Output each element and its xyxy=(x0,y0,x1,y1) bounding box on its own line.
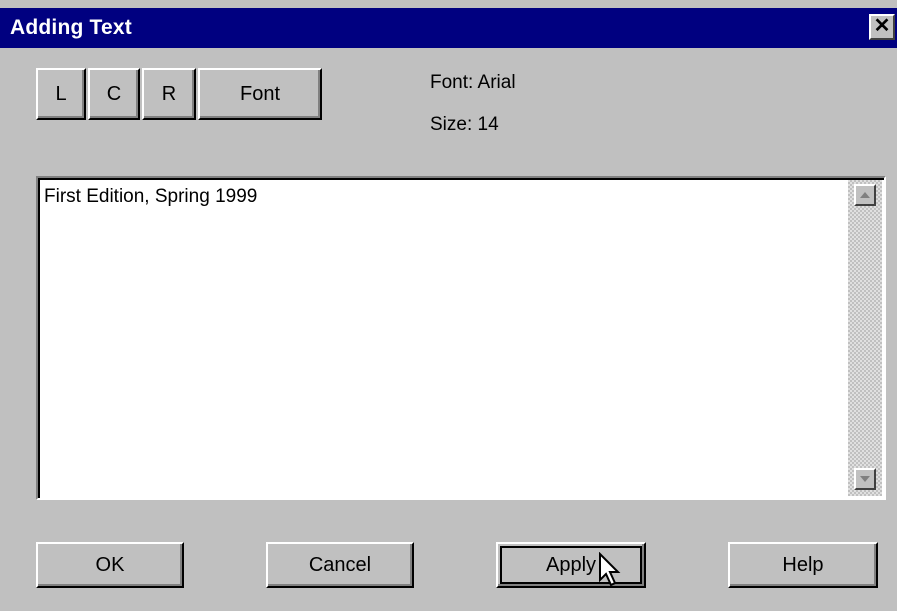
text-editor[interactable]: First Edition, Spring 1999 xyxy=(36,176,886,500)
mouse-pointer-icon xyxy=(599,552,621,587)
cancel-button-label: Cancel xyxy=(308,553,372,576)
help-button[interactable]: Help xyxy=(728,542,878,588)
title-bar[interactable]: Adding Text ✕ xyxy=(0,8,897,48)
adding-text-dialog: Adding Text ✕ L C R Font Font: Arial Siz… xyxy=(0,0,897,611)
align-right-label: R xyxy=(161,82,177,105)
font-size-info: Size: 14 xyxy=(430,114,499,135)
font-button[interactable]: Font xyxy=(198,68,322,120)
scroll-down-arrow-icon xyxy=(860,476,870,482)
cancel-button[interactable]: Cancel xyxy=(266,542,414,588)
font-button-label: Font xyxy=(239,82,281,105)
close-icon: ✕ xyxy=(873,15,891,37)
align-center-button[interactable]: C xyxy=(88,68,140,120)
scroll-down-button[interactable] xyxy=(854,468,876,490)
align-left-label: L xyxy=(55,82,67,105)
scroll-up-arrow-icon xyxy=(860,192,870,198)
vertical-scrollbar[interactable] xyxy=(848,180,882,496)
ok-button-label: OK xyxy=(95,553,125,576)
align-left-button[interactable]: L xyxy=(36,68,86,120)
align-right-button[interactable]: R xyxy=(142,68,196,120)
help-button-label: Help xyxy=(782,553,824,576)
close-button[interactable]: ✕ xyxy=(869,14,895,40)
font-name-info: Font: Arial xyxy=(430,72,516,93)
align-center-label: C xyxy=(106,82,122,105)
scroll-up-button[interactable] xyxy=(854,184,876,206)
window-title: Adding Text xyxy=(10,16,132,39)
apply-button-label: Apply xyxy=(545,553,597,576)
apply-button[interactable]: Apply xyxy=(496,542,646,588)
ok-button[interactable]: OK xyxy=(36,542,184,588)
editor-text: First Edition, Spring 1999 xyxy=(44,186,258,207)
